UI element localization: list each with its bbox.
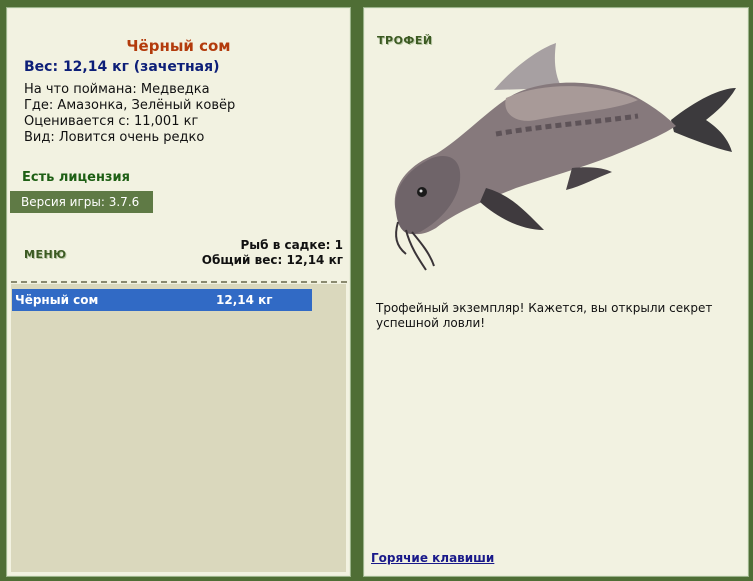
- bait-info: На что поймана: Медведка: [24, 82, 210, 97]
- game-version-badge: Версия игры: 3.7.6: [10, 191, 153, 213]
- menu-button[interactable]: МЕНЮ: [24, 248, 67, 261]
- fish-weight: Вес: 12,14 кг (зачетная): [24, 59, 220, 75]
- license-status: Есть лицензия: [22, 170, 130, 185]
- fish-count: Рыб в садке: 1: [240, 238, 344, 252]
- version-value: 3.7.6: [108, 195, 140, 209]
- catch-list-item[interactable]: Чёрный сом 12,14 кг: [12, 289, 312, 311]
- version-label: Версия игры:: [21, 195, 105, 209]
- location-info: Где: Амазонка, Зелёный ковёр: [24, 98, 236, 113]
- catch-item-name: Чёрный сом: [15, 293, 99, 307]
- fish-name: Чёрный сом: [126, 37, 231, 55]
- fish-info-panel: Чёрный сом Вес: 12,14 кг (зачетная) На ч…: [6, 7, 351, 577]
- catfish-image: [394, 43, 736, 271]
- catch-list: Чёрный сом 12,14 кг: [11, 284, 346, 572]
- trophy-description: Трофейный экземпляр! Кажется, вы открыли…: [376, 301, 713, 330]
- trophy-panel: ТРОФЕЙ Трофейный экземпляр! Кажется, вы …: [363, 7, 749, 577]
- rarity-info: Вид: Ловится очень редко: [24, 130, 205, 145]
- total-weight: Общий вес: 12,14 кг: [201, 253, 343, 267]
- value-info: Оценивается с: 11,001 кг: [24, 114, 199, 129]
- divider: [11, 281, 347, 283]
- keepnet-summary: Рыб в садке: 1 Общий вес: 12,14 кг: [202, 238, 343, 268]
- catch-item-weight: 12,14 кг: [216, 293, 273, 307]
- hotkeys-link[interactable]: Горячие клавиши: [371, 551, 494, 565]
